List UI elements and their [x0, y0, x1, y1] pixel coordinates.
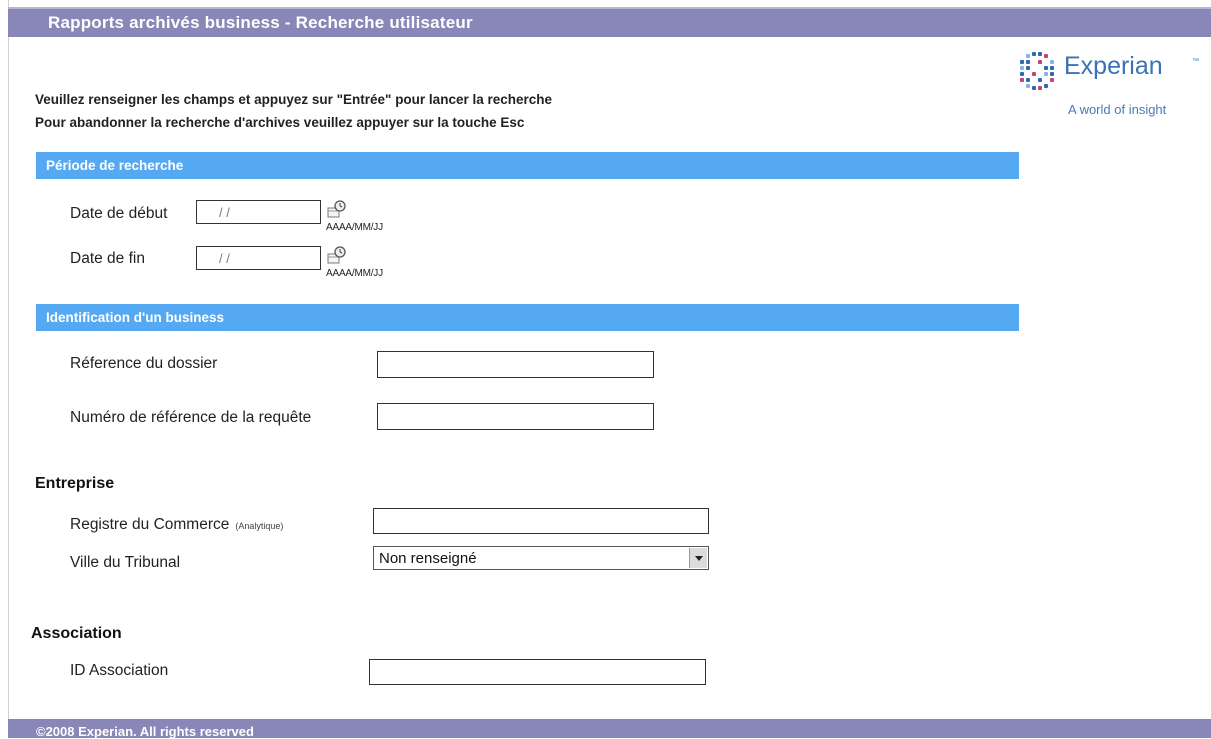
section-header-period: Période de recherche: [36, 152, 1019, 179]
file-reference-label: Réference du dossier: [70, 355, 218, 372]
end-date-input[interactable]: [196, 246, 321, 270]
association-section-title: Association: [31, 625, 122, 642]
start-date-input[interactable]: [196, 200, 321, 224]
section-header-identification: Identification d'un business: [36, 304, 1019, 331]
court-city-label: Ville du Tribunal: [70, 554, 181, 571]
request-reference-label: Numéro de référence de la requête: [70, 409, 312, 426]
intro-instructions: Veuillez renseigner les champs et appuye…: [35, 92, 553, 107]
end-date-format: AAAA/MM/JJ: [326, 268, 383, 279]
court-city-select[interactable]: Non renseigné: [373, 546, 709, 570]
association-id-label: ID Association: [70, 662, 169, 679]
commerce-registry-label-text: Registre du Commerce: [70, 516, 230, 533]
company-section-title: Entreprise: [35, 475, 115, 492]
file-reference-input[interactable]: [377, 351, 654, 378]
title-bar: Rapports archivés business - Recherche u…: [8, 7, 1211, 37]
intro-escape-note: Pour abandonner la recherche d'archives …: [35, 115, 525, 130]
page-title: Rapports archivés business - Recherche u…: [48, 13, 473, 32]
calendar-picker-icon[interactable]: [326, 199, 348, 221]
logo-trademark: ™: [1192, 58, 1199, 65]
logo-wordmark: Experian: [1064, 52, 1163, 80]
request-reference-input[interactable]: [377, 403, 654, 430]
court-city-selected-value: Non renseigné: [379, 550, 477, 567]
start-date-label: Date de début: [70, 205, 168, 222]
calendar-picker-icon[interactable]: [326, 245, 348, 267]
footer-bar: ©2008 Experian. All rights reserved: [8, 719, 1211, 739]
logo-tagline: A world of insight: [1068, 102, 1167, 117]
commerce-registry-input[interactable]: [373, 508, 709, 534]
experian-logo: Experian ™ A world of insight: [1012, 52, 1202, 122]
end-date-label: Date de fin: [70, 250, 145, 267]
commerce-registry-note: (Analytique): [235, 521, 284, 531]
commerce-registry-label: Registre du Commerce (Analytique): [70, 516, 283, 534]
start-date-format: AAAA/MM/JJ: [326, 222, 383, 233]
association-id-input[interactable]: [369, 659, 706, 685]
chevron-down-icon[interactable]: [689, 548, 707, 568]
copyright-text: ©2008 Experian. All rights reserved: [36, 724, 254, 739]
